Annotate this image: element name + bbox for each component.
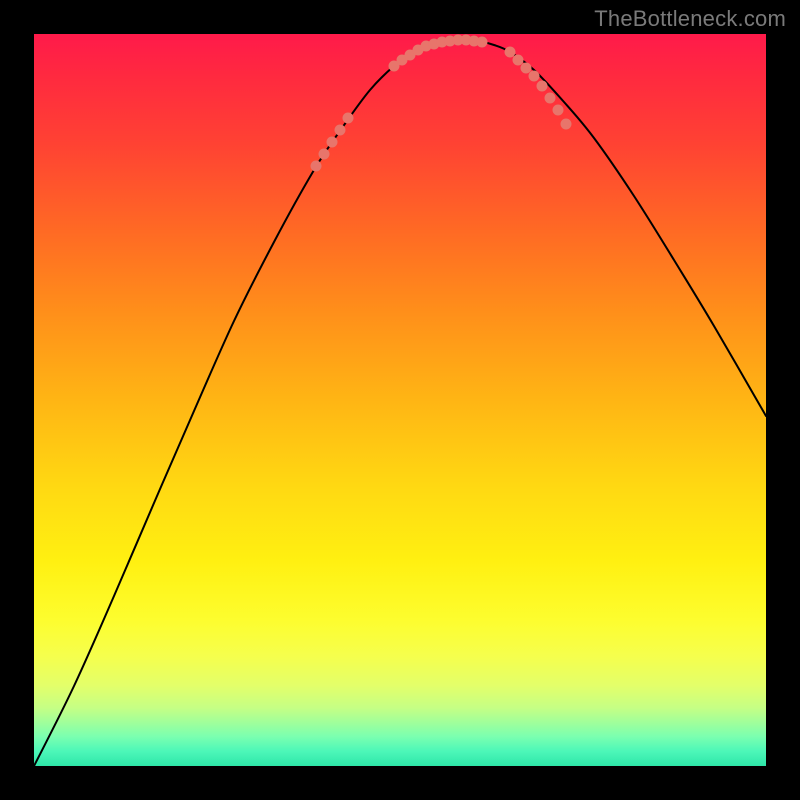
highlight-dot: [521, 63, 532, 74]
highlight-dot: [335, 125, 346, 136]
plot-area: [34, 34, 766, 766]
highlight-dot: [537, 81, 548, 92]
highlight-dot: [477, 37, 488, 48]
highlight-dot: [319, 149, 330, 160]
chart-stage: TheBottleneck.com: [0, 0, 800, 800]
highlight-dot: [561, 119, 572, 130]
highlight-dot: [343, 113, 354, 124]
highlight-dots: [311, 35, 572, 172]
highlight-dot: [311, 161, 322, 172]
bottleneck-curve: [34, 39, 766, 766]
curve-layer: [34, 34, 766, 766]
highlight-dot: [505, 47, 516, 58]
highlight-dot: [529, 71, 540, 82]
highlight-dot: [513, 55, 524, 66]
highlight-dot: [553, 105, 564, 116]
highlight-dot: [327, 137, 338, 148]
highlight-dot: [545, 93, 556, 104]
watermark-label: TheBottleneck.com: [594, 6, 786, 32]
